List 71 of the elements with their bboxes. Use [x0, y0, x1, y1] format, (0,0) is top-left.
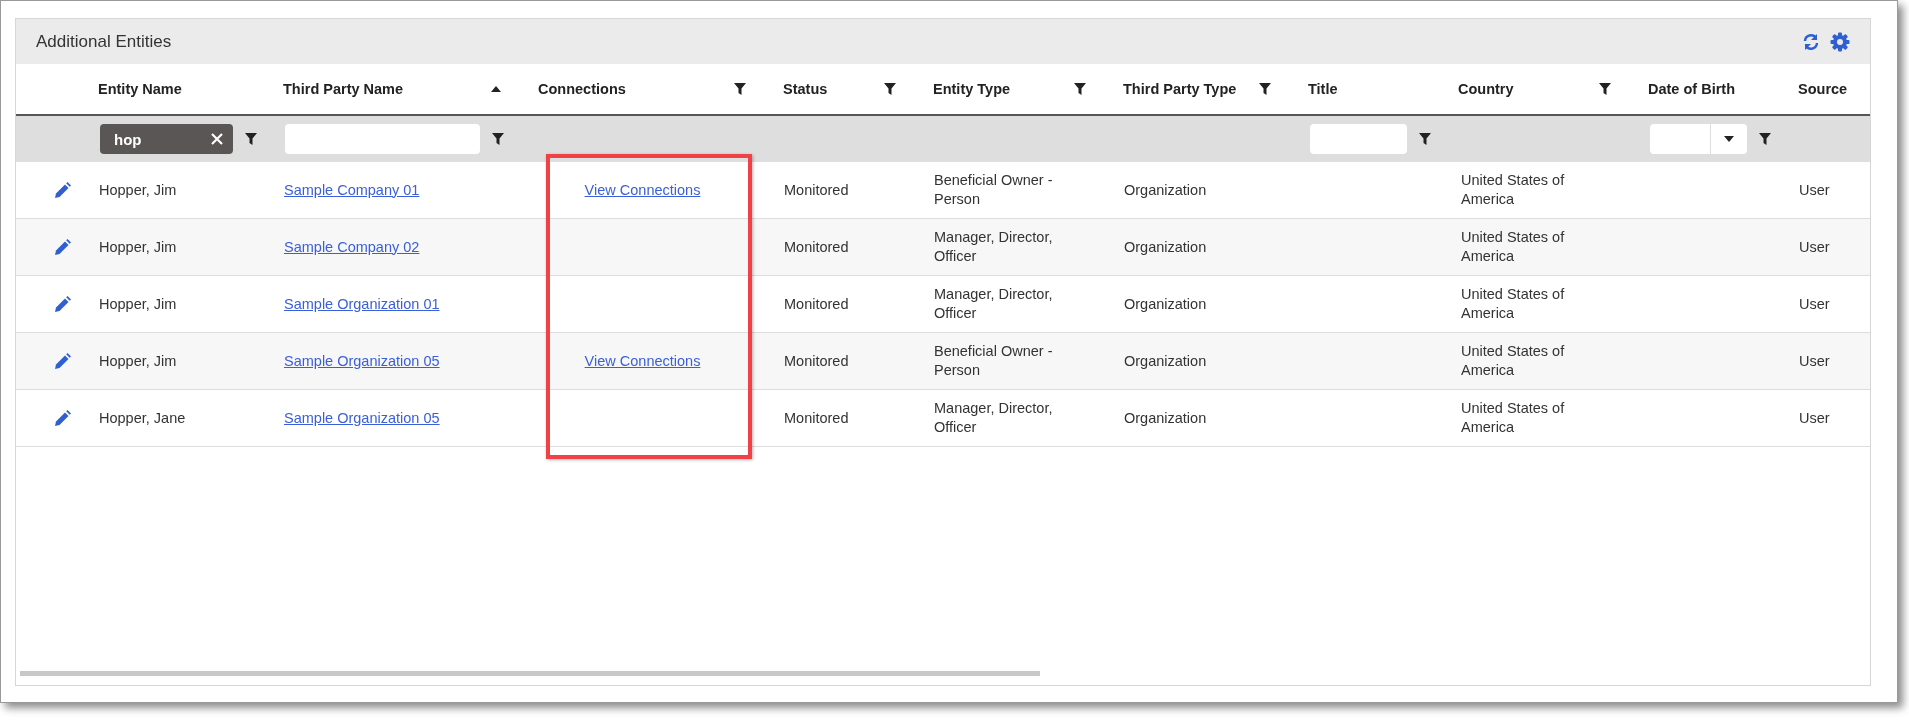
column-header[interactable]: Connections [538, 81, 626, 97]
table-cell-text: United States of America [1461, 228, 1566, 266]
filter-input[interactable] [285, 124, 480, 154]
edit-pencil-icon[interactable] [54, 409, 71, 427]
table-cell: User [1799, 408, 1830, 428]
table-cell: Hopper, Jim [99, 237, 177, 257]
table-link[interactable]: Sample Company 02 [284, 237, 420, 257]
table-cell-text: Manager, Director, Officer [934, 399, 1054, 437]
table-link[interactable]: Sample Organization 05 [284, 408, 440, 428]
filter-icon[interactable] [245, 133, 257, 145]
column-header[interactable]: Entity Type [933, 81, 1011, 97]
table-cell-text: Beneficial Owner - Person [934, 342, 1054, 380]
filter-icon[interactable] [884, 83, 896, 95]
column-header[interactable]: Third Party Name [283, 81, 404, 97]
column-header[interactable]: Country [1458, 81, 1514, 97]
column-header[interactable]: Source [1798, 81, 1848, 97]
table-cell-text: Manager, Director, Officer [934, 228, 1054, 266]
filter-input[interactable] [1310, 124, 1407, 154]
table-cell: Organization [1124, 408, 1207, 428]
table-cell-text: United States of America [1461, 342, 1566, 380]
panel-title: Additional Entities [36, 31, 172, 52]
table-cell: User [1799, 351, 1830, 371]
column-header[interactable]: Date of Birth [1648, 81, 1735, 97]
sort-arrow-icon[interactable] [491, 86, 501, 92]
table-cell: Hopper, Jim [99, 180, 177, 200]
table-cell: Hopper, Jane [99, 408, 186, 428]
table-cell: Monitored [784, 408, 849, 428]
edit-pencil-icon[interactable] [54, 352, 71, 370]
refresh-icon[interactable] [1802, 32, 1820, 51]
table-link[interactable]: View Connections [584, 351, 701, 371]
settings-icon[interactable] [1830, 31, 1850, 52]
edit-pencil-icon[interactable] [54, 181, 71, 199]
table-cell: Organization [1124, 180, 1207, 200]
column-header[interactable]: Title [1308, 81, 1338, 97]
table-cell-text: Manager, Director, Officer [934, 285, 1054, 323]
table-link[interactable]: Sample Organization 05 [284, 351, 440, 371]
edit-pencil-icon[interactable] [54, 238, 71, 256]
table-cell: User [1799, 237, 1830, 257]
edit-pencil-icon[interactable] [54, 295, 71, 313]
filter-icon[interactable] [734, 83, 746, 95]
filter-chip[interactable]: hop [100, 124, 233, 154]
table-cell: User [1799, 180, 1830, 200]
table-link[interactable]: Sample Organization 01 [284, 294, 440, 314]
column-header[interactable]: Entity Name [98, 81, 182, 97]
close-icon[interactable] [211, 133, 223, 145]
table-cell: Organization [1124, 351, 1207, 371]
column-header[interactable]: Status [783, 81, 828, 97]
filter-icon[interactable] [1599, 83, 1611, 95]
table-cell-text: United States of America [1461, 285, 1566, 323]
table-cell-text: United States of America [1461, 399, 1566, 437]
table-cell: Monitored [784, 294, 849, 314]
table-cell-text: United States of America [1461, 171, 1566, 209]
table-cell: Hopper, Jim [99, 294, 177, 314]
table-cell: Organization [1124, 294, 1207, 314]
horizontal-scrollbar[interactable] [20, 671, 1040, 676]
column-header[interactable]: Third Party Type [1123, 81, 1237, 97]
table-link[interactable]: Sample Company 01 [284, 180, 420, 200]
filter-icon[interactable] [492, 133, 504, 145]
table-cell: Monitored [784, 237, 849, 257]
table-cell: User [1799, 294, 1830, 314]
filter-icon[interactable] [1759, 133, 1771, 145]
table-cell: Hopper, Jim [99, 351, 177, 371]
filter-icon[interactable] [1259, 83, 1271, 95]
table-cell: Organization [1124, 237, 1207, 257]
filter-icon[interactable] [1419, 133, 1431, 145]
table-cell: Monitored [784, 180, 849, 200]
table-cell-text: Beneficial Owner - Person [934, 171, 1054, 209]
table-cell: Monitored [784, 351, 849, 371]
caret-down-icon [1724, 136, 1734, 142]
filter-icon[interactable] [1074, 83, 1086, 95]
table-link[interactable]: View Connections [584, 180, 701, 200]
